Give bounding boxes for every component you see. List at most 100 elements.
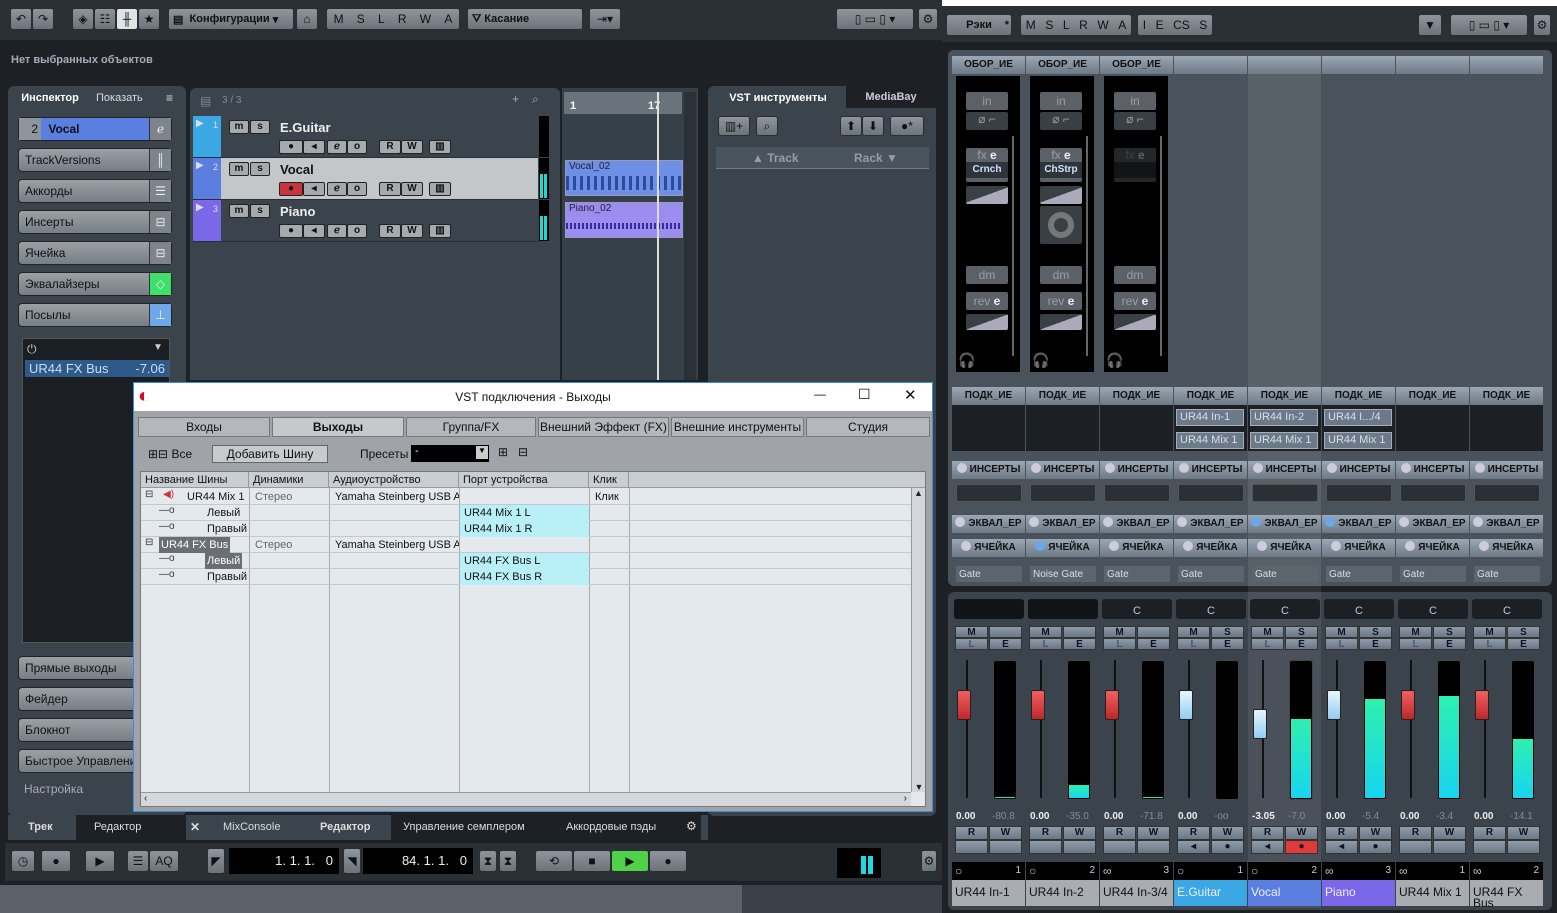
fader-handle[interactable] <box>957 690 971 721</box>
col-audio-device[interactable]: Аудиоустройство <box>329 472 459 488</box>
strip-led[interactable] <box>961 541 972 551</box>
rack-header[interactable] <box>1470 56 1543 74</box>
bus-name[interactable]: Правый <box>205 521 249 537</box>
fader-track[interactable] <box>1040 660 1042 798</box>
solo-button[interactable]: s <box>250 120 270 134</box>
layout-buttons[interactable]: ▯ ▭ ▯ ▾ <box>836 8 914 30</box>
tab-vst-instruments[interactable]: VST инструменты <box>716 89 840 107</box>
sort-rack[interactable]: Rack ▼ <box>854 147 898 169</box>
reverb-level-node[interactable] <box>1114 314 1156 330</box>
solo-button[interactable]: S <box>1211 626 1244 638</box>
routing-header[interactable]: ПОДК_ИЕ <box>1174 387 1247 405</box>
pan-control[interactable]: C <box>1102 599 1172 619</box>
punch-out-button[interactable]: ⧗ <box>499 850 517 872</box>
strip-header[interactable]: ЯЧЕЙКА <box>952 539 1025 557</box>
inserts-header[interactable]: ИНСЕРТЫ <box>1470 461 1543 479</box>
bus-name[interactable]: Левый <box>205 505 242 521</box>
solo-button[interactable]: s <box>250 204 270 218</box>
volume-value[interactable]: 0.00 <box>1030 811 1049 822</box>
vertical-scrollbar[interactable] <box>684 92 696 380</box>
pan-control[interactable]: C <box>1472 599 1542 619</box>
insert-slot[interactable] <box>1178 484 1244 502</box>
mode-s[interactable]: S <box>357 12 365 26</box>
pan-control[interactable]: C <box>1398 599 1468 619</box>
phase-filter-node[interactable]: ⌀ ⌐ <box>1040 112 1082 130</box>
rack-header[interactable] <box>1396 56 1469 74</box>
eq-led[interactable] <box>1473 517 1484 527</box>
dialog-tab[interactable]: Внешний Эффект (FX) <box>538 417 669 437</box>
chord-track-button[interactable]: ▥ <box>429 182 451 196</box>
ruler[interactable]: 1 17 <box>564 92 682 114</box>
strip-module[interactable]: Gate <box>1474 566 1540 582</box>
table-vscrollbar[interactable]: ▲ ▼ <box>911 488 925 792</box>
bus-click[interactable] <box>591 569 595 585</box>
edit-button[interactable]: ℯ <box>327 224 347 238</box>
output-routing[interactable]: UR44 Mix 1 <box>1250 432 1318 449</box>
mode-s[interactable]: S <box>1045 18 1053 32</box>
inserts-header[interactable]: ИНСЕРТЫ <box>1174 461 1247 479</box>
read-automation-button[interactable]: R <box>379 224 401 238</box>
strip-led[interactable] <box>1183 541 1194 551</box>
strip-led[interactable] <box>1257 541 1268 551</box>
left-locator-display[interactable]: 1. 1. 1. 0 <box>229 848 339 874</box>
mute-button[interactable]: m <box>229 204 249 218</box>
inspector-track-header[interactable]: 2 Vocal ℯ <box>18 117 172 141</box>
config-save-icon[interactable]: ⌂ <box>296 8 318 30</box>
event-vocal[interactable]: Vocal_02 <box>565 160 683 196</box>
inserts-bypass-led[interactable] <box>1104 463 1115 473</box>
solo-button[interactable]: S <box>1359 626 1392 638</box>
bus-click[interactable] <box>591 537 595 553</box>
read-button[interactable]: R <box>955 826 988 840</box>
bus-port[interactable] <box>460 537 589 553</box>
phase-filter-node[interactable]: ⌀ ⌐ <box>1114 112 1156 130</box>
bus-row[interactable]: —o Правый UR44 Mix 1 R <box>141 521 911 537</box>
strip-header[interactable]: ЯЧЕЙКА <box>1396 539 1469 557</box>
read-automation-button[interactable]: R <box>379 182 401 196</box>
mixer-settings-icon[interactable]: ⚙ <box>1533 14 1551 36</box>
col-bus-name[interactable]: Название Шины <box>141 472 249 488</box>
save-preset-icon[interactable]: ⊞ <box>498 445 508 459</box>
record-enable-button[interactable]: ● <box>1211 840 1244 854</box>
inserts-bypass-led[interactable] <box>1178 463 1189 473</box>
mode-w[interactable]: W <box>1097 18 1108 32</box>
left-locator-icon[interactable]: ◤ <box>207 848 225 874</box>
inserts-header[interactable]: ИНСЕРТЫ <box>1248 461 1321 479</box>
listen-button[interactable]: L <box>1177 638 1210 650</box>
edit-channel-icon[interactable]: ℯ <box>149 118 171 140</box>
edit-button[interactable]: ℯ <box>327 182 347 196</box>
routing-header[interactable]: ПОДК_ИЕ <box>1470 387 1543 405</box>
empty-slot[interactable] <box>1103 840 1136 854</box>
mixer-auto-modes[interactable]: MSLRWA <box>1020 14 1132 36</box>
input-node[interactable]: in <box>1040 92 1082 110</box>
gain-node[interactable] <box>1040 186 1082 204</box>
tab-inspector[interactable]: Инспектор <box>12 89 88 107</box>
undo-button[interactable]: ↶ <box>10 8 32 30</box>
solo-button[interactable] <box>1063 626 1096 638</box>
mute-button[interactable]: M <box>1177 626 1210 638</box>
edit-channel-button[interactable]: E <box>1507 638 1540 650</box>
mute-button[interactable]: M <box>1029 626 1062 638</box>
punch-in-button[interactable]: ⧗ <box>479 850 497 872</box>
empty-slot[interactable] <box>989 840 1022 854</box>
monitor-button[interactable]: ◂ <box>1177 840 1210 854</box>
record-enable-button[interactable]: ● <box>279 140 303 154</box>
inserts-bypass-led[interactable] <box>1030 463 1041 473</box>
strip-module[interactable]: Gate <box>1326 566 1392 582</box>
channel-name[interactable]: UR44 In-3/4 <box>1100 880 1173 906</box>
channel-name[interactable]: UR44 In-1 <box>952 880 1025 906</box>
direct-monitor-node[interactable]: dm <box>1040 266 1082 284</box>
fader-handle[interactable] <box>1401 690 1415 721</box>
solo-button[interactable]: S <box>1285 626 1318 638</box>
bus-device[interactable] <box>331 505 459 521</box>
fader-handle[interactable] <box>1105 690 1119 721</box>
solo-button[interactable] <box>989 626 1022 638</box>
record-enable-button[interactable]: ● <box>1359 840 1392 854</box>
bypass-e[interactable]: E <box>1156 18 1164 32</box>
channel-name[interactable]: UR44 In-2 <box>1026 880 1099 906</box>
strip-module[interactable]: Noise Gate <box>1030 566 1096 582</box>
empty-slot[interactable] <box>1507 840 1540 854</box>
inserts-bypass-led[interactable] <box>956 463 967 473</box>
read-button[interactable]: R <box>1251 826 1284 840</box>
empty-slot[interactable] <box>1399 840 1432 854</box>
eq-led[interactable] <box>955 517 966 527</box>
